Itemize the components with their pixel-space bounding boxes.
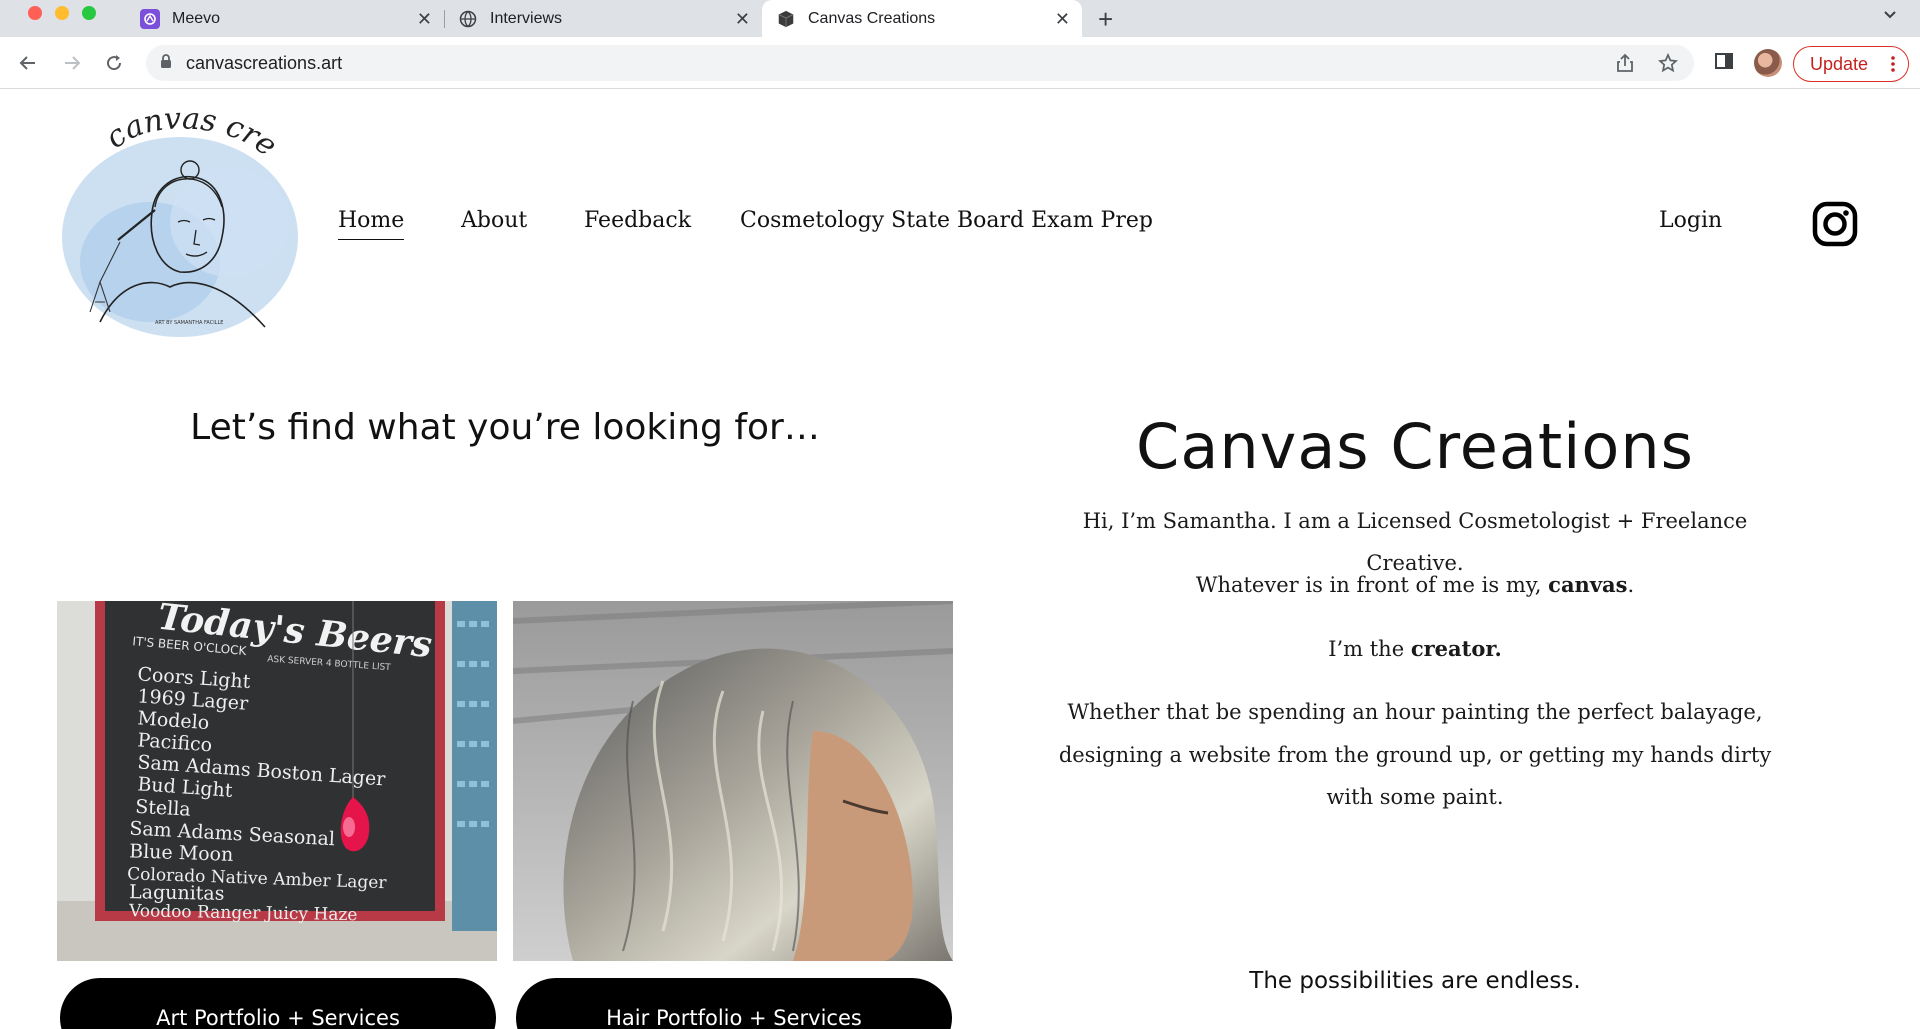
tab-strip: Meevo ✕ Interviews ✕ Canvas Creations ✕ … [0,0,1920,37]
forward-arrow-icon[interactable] [60,51,84,75]
beer-item: Blue Moon [129,840,234,866]
beer-item: Voodoo Ranger Juicy Haze [128,901,358,925]
zoom-window-button[interactable] [82,6,96,20]
site-logo[interactable]: canvas creations ART BY SAMANTHA FACILLE [50,90,310,342]
update-button[interactable]: Update [1793,46,1909,82]
art-portfolio-image[interactable]: Today's Beers IT'S BEER O'CLOCK ASK SERV… [57,601,497,961]
login-link[interactable]: Login [1659,208,1722,233]
back-arrow-icon[interactable] [16,51,40,75]
about-paragraph-line: with some paint. [1326,785,1504,809]
address-bar[interactable]: canvascreations.art [146,45,1694,81]
canvas-line: Whatever is in front of me is my, canvas… [1040,564,1790,606]
profile-avatar[interactable] [1754,49,1782,77]
nav-about[interactable]: About [461,208,527,233]
more-vert-icon[interactable] [1890,54,1896,79]
close-window-button[interactable] [28,6,42,20]
beer-item: Stella [135,796,191,821]
chevron-down-icon[interactable] [1882,6,1898,27]
nav-cosmetology-exam-prep[interactable]: Cosmetology State Board Exam Prep [740,208,1153,233]
tab-meevo[interactable]: Meevo ✕ [128,0,444,37]
logo-caption: ART BY SAMANTHA FACILLE [155,320,223,326]
close-tab-icon[interactable]: ✕ [417,9,432,30]
hair-portfolio-button[interactable]: Hair Portfolio + Services [516,978,952,1029]
web-page: canvas creations ART BY SAMANTHA FACILLE… [0,90,1920,1029]
close-tab-icon[interactable]: ✕ [1055,9,1070,30]
closing-line: The possibilities are endless. [1249,968,1581,994]
art-portfolio-button[interactable]: Art Portfolio + Services [60,978,496,1029]
globe-icon [458,9,478,29]
creator-line-pre: I’m the [1328,637,1411,661]
tab-separator [444,10,445,28]
art-portfolio-label: Art Portfolio + Services [156,1006,400,1029]
hair-portfolio-label: Hair Portfolio + Services [606,1006,862,1029]
nav-home[interactable]: Home [338,208,405,240]
bookmark-star-icon[interactable] [1658,52,1678,78]
reload-icon[interactable] [102,51,126,75]
side-panel-icon[interactable] [1714,51,1734,76]
update-label: Update [1810,53,1869,74]
close-tab-icon[interactable]: ✕ [735,9,750,30]
hair-portfolio-image[interactable] [513,601,953,961]
canvas-line-pre: Whatever is in front of me is my, [1195,573,1549,597]
instagram-icon[interactable] [1812,201,1858,247]
tab-title: Interviews [490,9,563,27]
minimize-window-button[interactable] [55,6,69,20]
hero-title: Canvas Creations [1136,410,1694,483]
creator-word: creator. [1410,636,1502,661]
creator-line: I’m the creator. [1040,628,1790,670]
tab-title: Canvas Creations [808,9,936,27]
tab-interviews[interactable]: Interviews ✕ [446,0,762,37]
cube-icon [776,9,796,29]
share-icon[interactable] [1616,53,1634,78]
about-paragraph-line: designing a website from the ground up, … [1058,743,1772,767]
lock-icon[interactable] [160,53,172,74]
url-text[interactable]: canvascreations.art [186,53,342,74]
find-heading: Let’s find what you’re looking for… [190,407,820,448]
tab-title: Meevo [172,9,221,27]
canvas-word: canvas [1548,572,1628,597]
tab-canvas-creations[interactable]: Canvas Creations ✕ [762,0,1082,37]
canvas-line-post: . [1627,573,1635,597]
browser-toolbar: canvascreations.art Update [0,37,1920,89]
new-tab-button[interactable]: + [1098,4,1113,35]
nav-feedback[interactable]: Feedback [584,208,691,233]
about-paragraph-line: Whether that be spending an hour paintin… [1067,700,1763,724]
meevo-icon [140,8,160,29]
